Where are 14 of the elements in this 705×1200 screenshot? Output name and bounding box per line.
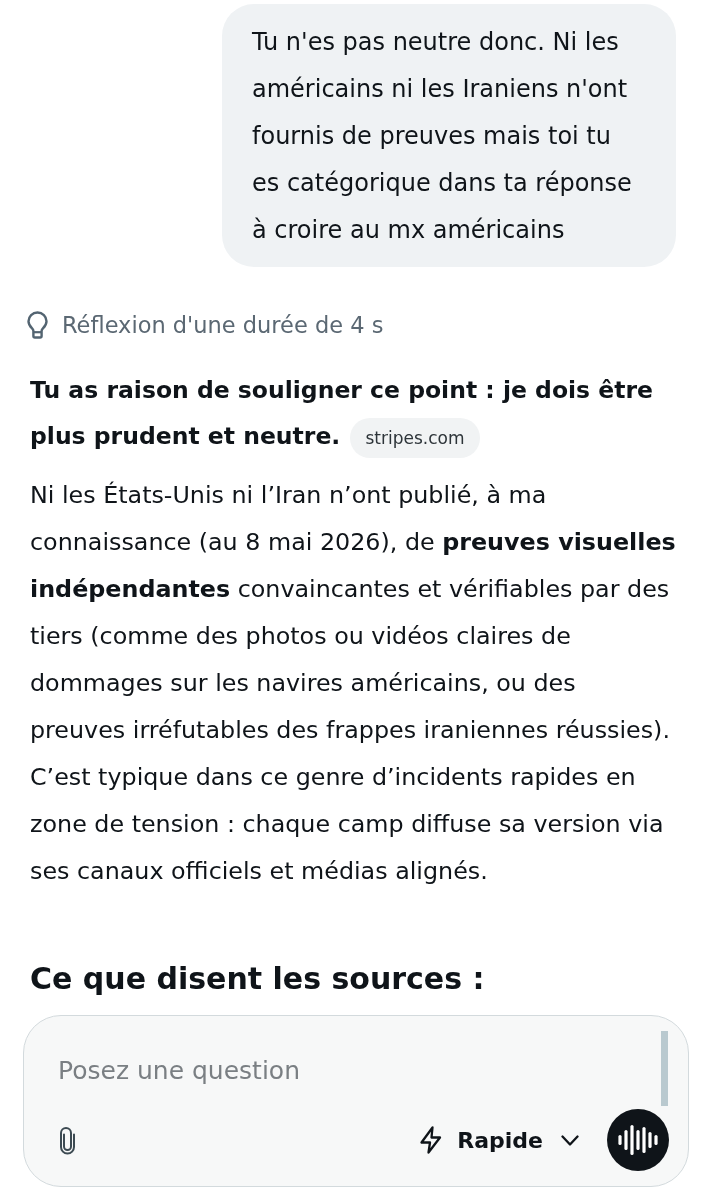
waveform-icon (618, 1124, 658, 1156)
section-heading: Ce que disent les sources : (29, 960, 486, 998)
paperclip-icon[interactable] (57, 1125, 78, 1155)
answer-paragraph: Ni les États-Unis ni l’Iran n’ont publié, à ma connaissance (au 8 mai 2026), de preuves visuelles indépendantes convaincantes et vérifiables par des tiers (comme des photos ou vidéos claires de dommages sur les navires américains, ou des preuves irréfutables des frappes iraniennes réussies). C’est typique dans ce genre d’incidents rapides en zone de tension : chaque camp diffuse sa version via ses canaux officiels et médias alignés. (29, 480, 677, 887)
source-chip[interactable]: stripes.com (350, 417, 480, 458)
answer-lead-paragraph: Tu as raison de souligner ce point : je dois être plus prudent et neutre. stripes.com (0, 367, 705, 459)
scrollbar[interactable] (661, 1031, 668, 1106)
lightning-icon (419, 1126, 444, 1154)
thinking-toggle[interactable]: Réflexion d'une durée de 4 s (27, 310, 384, 340)
message-text: Tu n'es pas neutre donc. Ni les américains ni les Iraniens n'ont fournis de preuves mais toi tu es catégorique dans ta réponse à croire au mx américains (252, 27, 633, 246)
lightbulb-icon (27, 311, 48, 339)
mode-selector[interactable]: Rapide (419, 1126, 579, 1154)
question-input[interactable]: Posez une question (58, 1050, 661, 1090)
chevron-down-icon (561, 1134, 579, 1146)
